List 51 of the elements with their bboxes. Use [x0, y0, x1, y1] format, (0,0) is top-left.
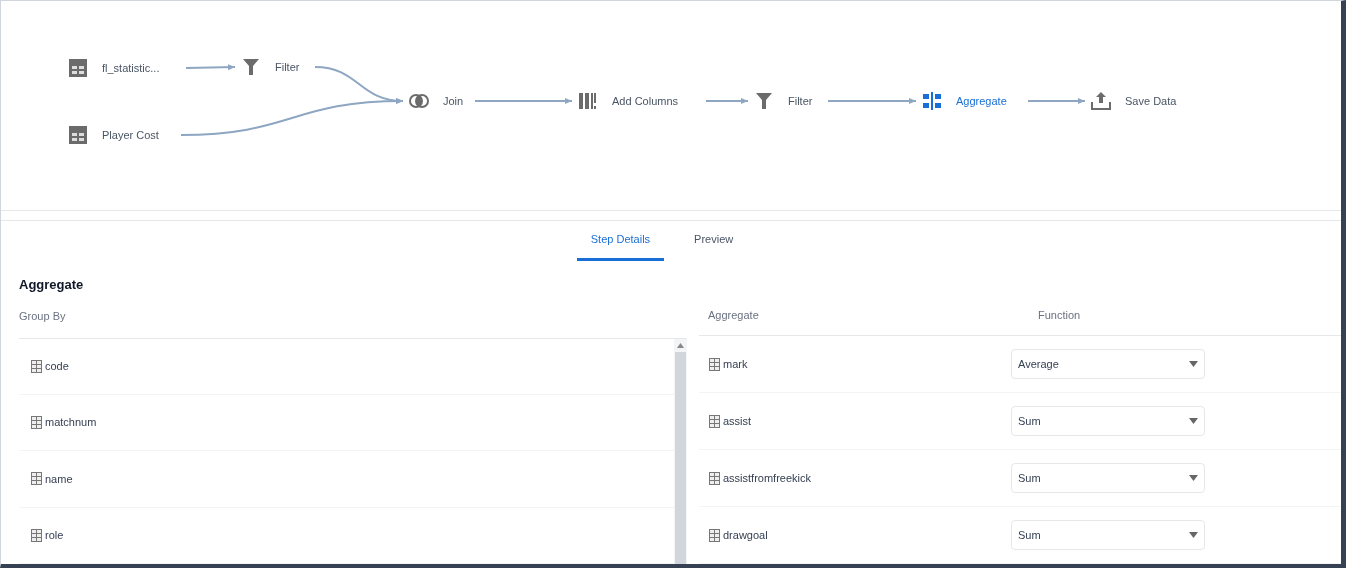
- function-dropdown[interactable]: Sum: [1011, 406, 1205, 436]
- columns-icon[interactable]: [578, 91, 598, 111]
- section-title: Aggregate: [18, 276, 85, 294]
- upload-icon[interactable]: [1091, 91, 1111, 111]
- column-icon: [709, 414, 720, 428]
- connector-arrow: [185, 64, 236, 71]
- connector-arrow: [705, 98, 749, 104]
- caret-icon: [1189, 532, 1198, 538]
- table-icon[interactable]: [68, 58, 88, 78]
- column-name: assistfromfreekick: [723, 470, 812, 486]
- function-dropdown[interactable]: Sum: [1011, 463, 1205, 493]
- column-icon: [709, 528, 720, 542]
- column-name: mark: [723, 356, 748, 372]
- node-label[interactable]: Filter: [275, 58, 300, 76]
- column-name: matchnum: [45, 415, 97, 431]
- column-name: assist: [723, 413, 752, 429]
- aggregate-icon[interactable]: [922, 91, 942, 111]
- function-dropdown[interactable]: Sum: [1011, 520, 1205, 550]
- caret-icon: [1189, 418, 1198, 424]
- join-icon[interactable]: [409, 91, 429, 111]
- node-label[interactable]: Aggregate: [956, 92, 1007, 110]
- column-icon: [31, 359, 42, 373]
- node-label[interactable]: Join: [443, 92, 464, 110]
- column-header: Group By: [19, 308, 66, 324]
- node-label[interactable]: fl_statistic...: [102, 59, 160, 77]
- function-dropdown[interactable]: Average: [1011, 349, 1205, 379]
- filter-icon[interactable]: [241, 57, 261, 77]
- column-name: role: [45, 528, 64, 544]
- node-label[interactable]: Filter: [788, 92, 813, 110]
- node-label[interactable]: Add Columns: [612, 92, 679, 110]
- column-icon: [31, 416, 42, 430]
- tab[interactable]: Preview: [680, 221, 748, 261]
- column-header: Aggregate: [707, 307, 760, 323]
- column-icon: [709, 357, 720, 371]
- column-icon: [709, 471, 720, 485]
- tab[interactable]: Step Details: [576, 221, 665, 261]
- scrollbar[interactable]: [674, 338, 687, 564]
- column-name: name: [45, 471, 73, 487]
- scroll-up-icon[interactable]: [677, 342, 684, 348]
- column-name: code: [45, 358, 69, 374]
- caret-icon: [1189, 361, 1198, 367]
- table-icon[interactable]: [68, 125, 88, 145]
- caret-icon: [1189, 475, 1198, 481]
- column-name: drawgoal: [723, 527, 768, 543]
- filter-icon[interactable]: [754, 91, 774, 111]
- node-label[interactable]: Player Cost: [102, 126, 159, 144]
- connector-arrow: [1027, 98, 1086, 104]
- column-icon: [31, 472, 42, 486]
- column-header: Function: [1038, 307, 1081, 323]
- column-icon: [31, 528, 42, 542]
- node-label[interactable]: Save Data: [1125, 92, 1177, 110]
